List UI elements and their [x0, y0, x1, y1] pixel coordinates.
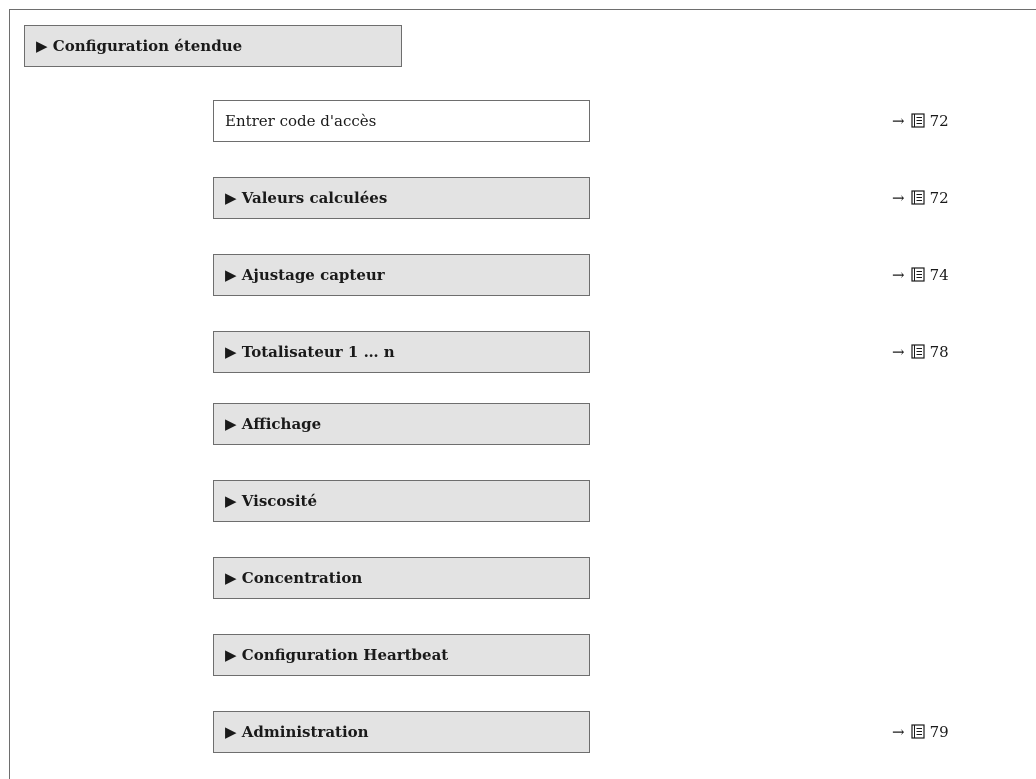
- book-icon: [910, 267, 925, 282]
- book-icon: [910, 190, 925, 205]
- page-reference[interactable]: → 74: [892, 254, 949, 296]
- submenu-viscosite[interactable]: ▶ Viscosité: [213, 480, 590, 522]
- page-reference[interactable]: → 72: [892, 100, 949, 142]
- submenu-administration[interactable]: ▶ Administration: [213, 711, 590, 753]
- page-reference[interactable]: → 72: [892, 177, 949, 219]
- page-reference[interactable]: → 79: [892, 711, 949, 753]
- book-icon: [910, 344, 925, 359]
- arrow-icon: →: [892, 343, 905, 361]
- arrow-icon: →: [892, 189, 905, 207]
- submenu-concentration[interactable]: ▶ Concentration: [213, 557, 590, 599]
- page-number: 78: [929, 343, 949, 361]
- book-icon: [910, 724, 925, 739]
- page-number: 74: [929, 266, 949, 284]
- submenu-affichage[interactable]: ▶ Affichage: [213, 403, 590, 445]
- arrow-icon: →: [892, 112, 905, 130]
- submenu-valeurs-calculees[interactable]: ▶ Valeurs calculées: [213, 177, 590, 219]
- submenu-configuration-etendue[interactable]: ▶ Configuration étendue: [24, 25, 402, 67]
- page-reference[interactable]: → 78: [892, 331, 949, 373]
- book-icon: [910, 113, 925, 128]
- submenu-totalisateur[interactable]: ▶ Totalisateur 1 … n: [213, 331, 590, 373]
- arrow-icon: →: [892, 266, 905, 284]
- page-number: 72: [929, 189, 949, 207]
- arrow-icon: →: [892, 723, 905, 741]
- param-entrer-code-acces[interactable]: Entrer code d'accès: [213, 100, 590, 142]
- submenu-configuration-heartbeat[interactable]: ▶ Configuration Heartbeat: [213, 634, 590, 676]
- page-number: 79: [929, 723, 949, 741]
- submenu-ajustage-capteur[interactable]: ▶ Ajustage capteur: [213, 254, 590, 296]
- page-number: 72: [929, 112, 949, 130]
